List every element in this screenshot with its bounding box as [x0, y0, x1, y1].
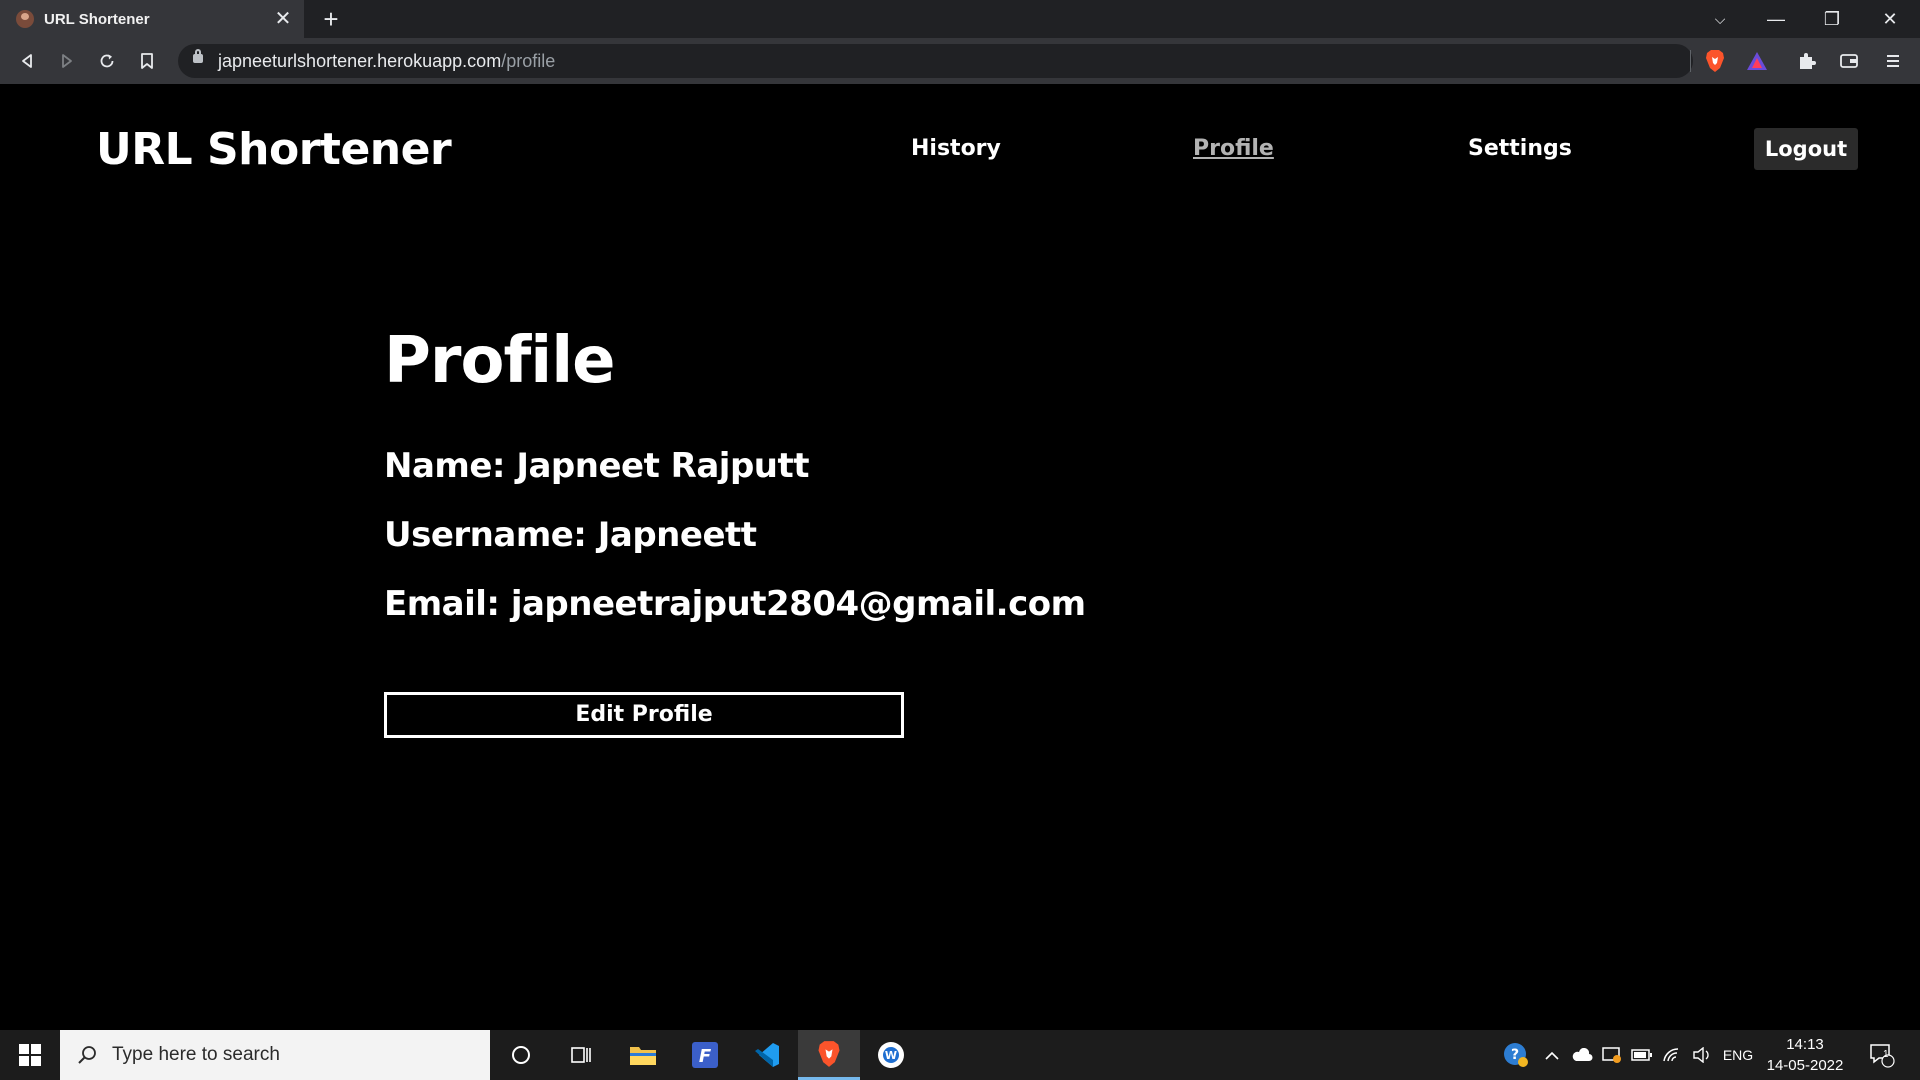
system-clock[interactable]: 14:13 14-05-2022	[1762, 1034, 1848, 1076]
logout-button[interactable]: Logout	[1754, 128, 1858, 170]
wifi-icon[interactable]	[1658, 1030, 1686, 1080]
taskbar: Type here to search F W ? ENG 14:13 14-0…	[0, 1030, 1920, 1080]
battery-icon[interactable]	[1628, 1030, 1656, 1080]
svg-text:F: F	[699, 1046, 712, 1067]
forward-icon[interactable]	[52, 46, 82, 76]
svg-text:W: W	[885, 1049, 897, 1062]
search-placeholder: Type here to search	[112, 1044, 280, 1065]
reload-icon[interactable]	[92, 46, 122, 76]
url-text: japneeturlshortener.herokuapp.com/profil…	[218, 51, 556, 71]
volume-icon[interactable]	[1688, 1030, 1716, 1080]
freeform-app-icon[interactable]: F	[674, 1030, 736, 1080]
site-favicon-icon	[16, 10, 34, 28]
edit-profile-button[interactable]: Edit Profile	[384, 692, 904, 738]
extensions-icon[interactable]	[1792, 46, 1822, 76]
wallet-icon[interactable]	[1834, 46, 1864, 76]
browser-toolbar: japneeturlshortener.herokuapp.com/profil…	[0, 38, 1920, 84]
cortana-icon[interactable]	[490, 1030, 552, 1080]
task-view-icon[interactable]	[550, 1030, 612, 1080]
browser-tabstrip: URL Shortener ✕ + ⌵ — ❐ ✕	[0, 0, 1920, 38]
nav-settings[interactable]: Settings	[1468, 136, 1572, 161]
vscode-icon[interactable]	[736, 1030, 798, 1080]
nav-history[interactable]: History	[911, 136, 1001, 161]
brave-shields-icon[interactable]	[1700, 46, 1730, 76]
page-title: Profile	[384, 324, 616, 398]
back-icon[interactable]	[12, 46, 42, 76]
restore-icon[interactable]: ❐	[1804, 0, 1860, 38]
page-content: URL Shortener History Profile Settings L…	[0, 84, 1920, 1030]
site-brand[interactable]: URL Shortener	[96, 124, 452, 175]
tab-search-chevron-icon[interactable]: ⌵	[1692, 0, 1748, 38]
nav-profile[interactable]: Profile	[1193, 136, 1274, 161]
brave-browser-icon[interactable]	[798, 1030, 860, 1080]
lock-icon	[193, 49, 203, 63]
onedrive-cloud-icon[interactable]	[1568, 1030, 1596, 1080]
profile-email: Email: japneetrajput2804@gmail.com	[384, 584, 1086, 624]
file-explorer-icon[interactable]	[612, 1030, 674, 1080]
show-hidden-icons-chevron-icon[interactable]	[1538, 1030, 1566, 1080]
minimize-icon[interactable]: —	[1748, 0, 1804, 38]
new-tab-icon[interactable]: +	[316, 4, 346, 34]
svg-text:?: ?	[1511, 1047, 1519, 1063]
tab-close-icon[interactable]: ✕	[272, 8, 294, 30]
taskbar-search-input[interactable]: Type here to search	[60, 1030, 490, 1080]
security-center-icon[interactable]	[1598, 1030, 1626, 1080]
language-indicator[interactable]: ENG	[1720, 1030, 1756, 1080]
browser-menu-icon[interactable]	[1878, 46, 1908, 76]
profile-name: Name: Japneet Rajputt	[384, 446, 810, 486]
tab-title: URL Shortener	[44, 10, 150, 28]
toolbar-divider	[1690, 50, 1691, 72]
notification-center-icon[interactable]: 1	[1862, 1030, 1902, 1080]
brave-rewards-icon[interactable]	[1742, 46, 1772, 76]
browser-tab[interactable]: URL Shortener ✕	[0, 0, 304, 38]
clock-time: 14:13	[1786, 1036, 1824, 1053]
profile-username: Username: Japneett	[384, 515, 757, 555]
help-icon[interactable]: ?	[1500, 1030, 1532, 1080]
clock-date: 14-05-2022	[1766, 1057, 1844, 1074]
bookmark-icon[interactable]	[132, 46, 162, 76]
search-icon	[78, 1046, 96, 1064]
windows-start-icon[interactable]	[0, 1030, 60, 1080]
app-icon[interactable]: W	[860, 1030, 922, 1080]
address-bar[interactable]: japneeturlshortener.herokuapp.com/profil…	[178, 44, 1693, 78]
window-close-icon[interactable]: ✕	[1862, 0, 1918, 38]
notification-count: 1	[1883, 1049, 1889, 1060]
